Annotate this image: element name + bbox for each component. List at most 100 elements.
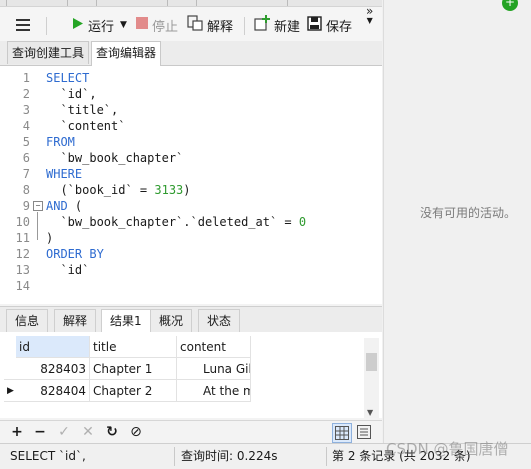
toolbar-overflow-button[interactable]: » ▼ xyxy=(366,5,373,25)
line-number: 9 xyxy=(22,199,30,213)
line-number: 11 xyxy=(15,231,30,245)
tab-query-editor[interactable]: 查询编辑器 xyxy=(91,41,162,66)
tab-explain[interactable]: 解释 xyxy=(54,309,97,332)
sql-text: ) xyxy=(183,183,191,197)
table-cell[interactable]: Chapter 1 xyxy=(90,358,177,380)
column-header-title[interactable]: title xyxy=(90,336,177,358)
new-button[interactable]: 新建 xyxy=(254,15,300,35)
code-line[interactable]: `title`, xyxy=(46,102,118,118)
chevron-down-icon[interactable]: ▼ xyxy=(367,408,373,417)
header-label: content xyxy=(180,340,226,354)
window-tab[interactable] xyxy=(196,0,288,6)
panel-header: + xyxy=(384,0,531,14)
cell-value: 828404 xyxy=(40,384,86,398)
scrollbar-thumb[interactable] xyxy=(366,353,377,371)
activity-panel: + 没有可用的活动。 xyxy=(383,0,531,468)
vertical-scrollbar[interactable]: ▼ xyxy=(364,338,379,418)
tab-label: 查询编辑器 xyxy=(96,46,157,60)
code-line[interactable]: SELECT xyxy=(46,70,89,86)
refresh-icon[interactable]: ↻ xyxy=(103,423,121,441)
code-line[interactable]: FROM xyxy=(46,134,75,150)
tab-query-builder[interactable]: 查询创建工具 xyxy=(7,41,90,64)
form-view-icon[interactable] xyxy=(355,423,373,441)
table-cell[interactable]: 828403 xyxy=(16,358,90,380)
line-number: 2 xyxy=(22,87,30,101)
window-tab[interactable] xyxy=(6,0,68,6)
chevron-down-icon: ▼ xyxy=(366,16,373,25)
line-number: 7 xyxy=(22,167,30,181)
table-cell[interactable]: 828404 xyxy=(16,380,90,402)
add-icon[interactable]: + xyxy=(502,0,518,11)
line-number: 3 xyxy=(22,103,30,117)
sql-keyword: AND xyxy=(46,199,68,213)
fold-toggle-icon[interactable]: − xyxy=(33,201,43,211)
line-number: 5 xyxy=(22,135,30,149)
cell-value: Chapter 1 xyxy=(93,362,153,376)
tab-profile[interactable]: 概况 xyxy=(150,309,193,332)
explain-button[interactable]: 解释 xyxy=(187,15,234,35)
sql-text: `title`, xyxy=(46,103,119,117)
code-line[interactable]: `bw_book_chapter` xyxy=(46,150,183,166)
play-icon xyxy=(72,17,84,34)
status-separator xyxy=(326,447,327,466)
code-line[interactable]: (`book_id` = 3133) xyxy=(46,182,191,198)
tab-label: 结果1 xyxy=(110,314,142,328)
line-number: 6 xyxy=(22,151,30,165)
status-separator xyxy=(174,447,175,466)
window-tab-strip xyxy=(0,0,382,7)
sql-text: `id` xyxy=(46,263,90,277)
sql-editor[interactable]: 1 SELECT 2 `id`, 3 `title`, 4 `content` 5 FROM… xyxy=(0,66,382,304)
header-label: id xyxy=(19,340,30,354)
check-icon[interactable]: ✓ xyxy=(55,423,73,441)
column-header-id[interactable]: id xyxy=(16,336,90,358)
tab-status[interactable]: 状态 xyxy=(198,309,241,332)
tab-label: 查询创建工具 xyxy=(12,46,85,60)
sql-keyword: FROM xyxy=(46,135,75,149)
fold-guide xyxy=(37,212,38,240)
grid-view-icon[interactable] xyxy=(332,423,352,443)
table-cell[interactable]: Chapter 2 xyxy=(90,380,177,402)
result-grid[interactable]: id title content 828403 Chapter 1 Luna G… xyxy=(0,332,382,418)
current-row-arrow-icon: ▶ xyxy=(4,380,16,402)
code-line[interactable]: `bw_book_chapter`.`deleted_at` = 0 xyxy=(46,214,306,230)
table-cell[interactable]: At the m xyxy=(177,380,251,402)
line-number: 14 xyxy=(15,279,30,293)
sql-text: (`book_id` = xyxy=(46,183,155,197)
line-number: 12 xyxy=(15,247,30,261)
no-activity-message: 没有可用的活动。 xyxy=(420,206,517,220)
line-number: 8 xyxy=(22,183,30,197)
sql-number: 3133 xyxy=(154,183,184,197)
plus-icon[interactable]: + xyxy=(8,423,26,441)
code-line[interactable]: `id` xyxy=(46,262,89,278)
code-line[interactable]: WHERE xyxy=(46,166,82,182)
table-cell[interactable]: Luna Gib xyxy=(177,358,251,380)
toolbar-separator xyxy=(244,17,245,35)
code-line[interactable]: ) xyxy=(46,230,53,246)
minus-icon[interactable]: − xyxy=(31,423,49,441)
cell-value: Luna Gib xyxy=(203,362,251,376)
column-header-content[interactable]: content xyxy=(177,336,251,358)
stop-button[interactable]: 停止 xyxy=(136,16,178,35)
status-query-time: 查询时间: 0.224s xyxy=(181,449,278,463)
save-label: 保存 xyxy=(326,19,353,35)
code-line[interactable]: `content` xyxy=(46,118,125,134)
run-button[interactable]: 运行 ▼ xyxy=(72,16,127,35)
code-line[interactable]: `id`, xyxy=(46,86,96,102)
sql-text: `content` xyxy=(46,119,126,133)
tab-result1[interactable]: 结果1 xyxy=(101,309,151,333)
stop-icon[interactable]: ⊘ xyxy=(127,423,145,441)
chevron-down-icon[interactable]: ▼ xyxy=(120,20,127,30)
window-tab[interactable] xyxy=(96,0,168,6)
menu-icon[interactable] xyxy=(16,19,30,31)
sql-text: `bw_book_chapter`.`deleted_at` = xyxy=(46,215,299,229)
save-icon xyxy=(307,15,322,35)
explain-label: 解释 xyxy=(207,19,234,35)
code-line[interactable]: AND ( xyxy=(46,198,82,214)
watermark: CSDN @鲁国唐僧 xyxy=(386,440,509,458)
cancel-icon[interactable]: ✕ xyxy=(79,423,97,441)
tab-label: 概况 xyxy=(159,314,184,328)
tab-info[interactable]: 信息 xyxy=(6,309,49,332)
code-line[interactable]: ORDER BY xyxy=(46,246,104,262)
save-button[interactable]: 保存 xyxy=(307,15,353,35)
status-sql-text: SELECT `id`, xyxy=(10,449,86,463)
